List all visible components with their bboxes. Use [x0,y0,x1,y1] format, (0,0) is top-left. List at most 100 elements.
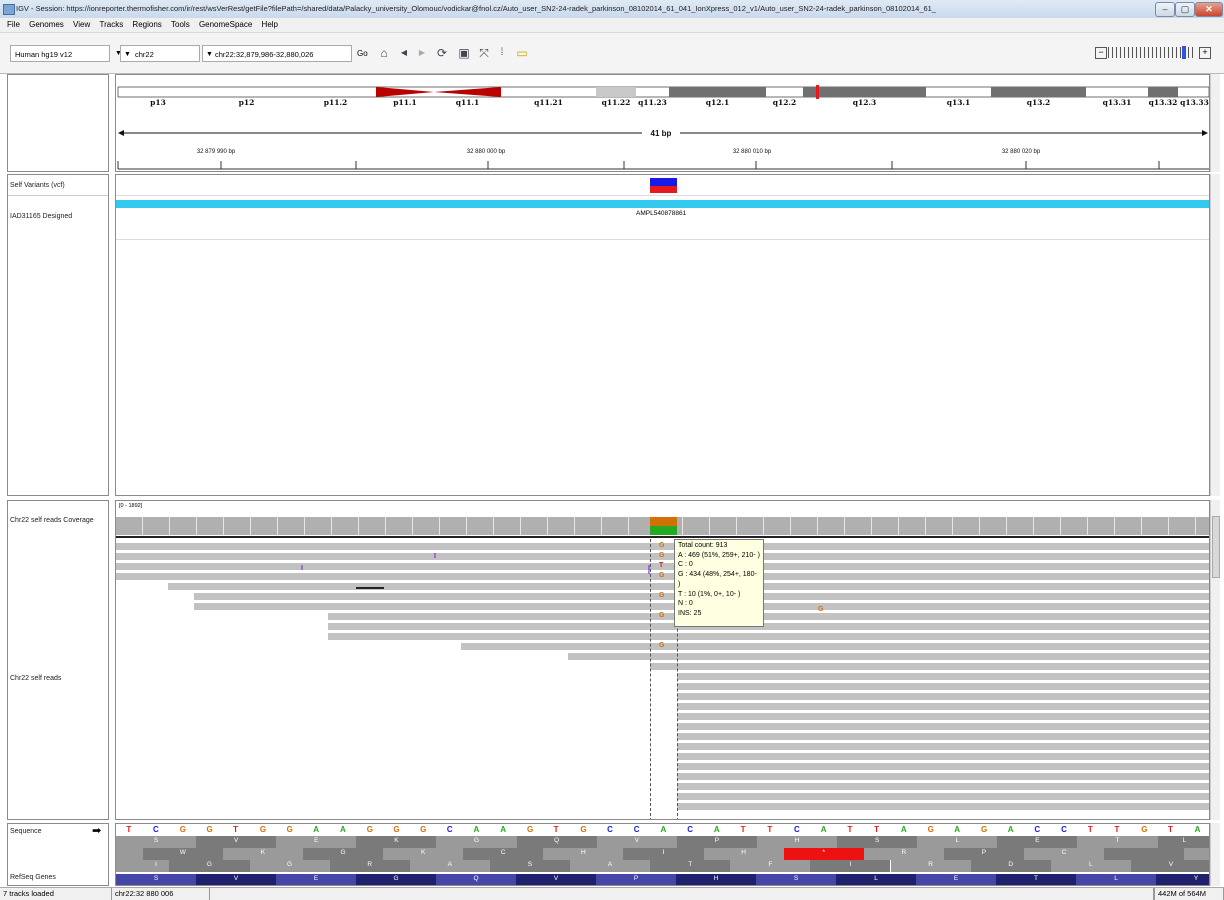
aligned-read[interactable] [677,683,1209,690]
refseq-codon[interactable]: E [276,874,356,885]
sequence-base[interactable]: T [554,825,559,834]
translation-codon[interactable]: C [463,848,544,860]
sequence-base[interactable]: A [313,825,319,834]
sequence-base[interactable]: C [634,825,640,834]
sequence-base[interactable]: T [847,825,852,834]
aligned-read[interactable] [677,753,1209,760]
sequence-base[interactable]: C [607,825,613,834]
band-q12.1[interactable] [669,87,766,97]
sequence-base[interactable]: C [1034,825,1040,834]
refresh-icon[interactable]: ⟳ [434,45,450,61]
translation-codon[interactable]: I [810,860,891,872]
translation-codon[interactable]: G [249,860,330,872]
aligned-read[interactable] [677,793,1209,800]
refseq-codon[interactable]: P [596,874,676,885]
sequence-base[interactable]: A [340,825,346,834]
sequence-base[interactable]: G [928,825,934,834]
translation-codon[interactable]: V [1130,860,1209,872]
translation-codon[interactable]: Q [516,836,597,848]
popup-info-icon[interactable]: ⁞ [494,45,510,61]
read-mismatch-base[interactable]: G [659,542,664,549]
alignment-scroll-thumb[interactable] [1212,516,1220,578]
read-mismatch-base[interactable]: G [659,572,664,579]
translation-codon[interactable]: D [970,860,1051,872]
translation-codon[interactable]: K [356,836,437,848]
aligned-read[interactable] [677,693,1209,700]
close-button[interactable]: ✕ [1195,2,1223,17]
translation-codon[interactable]: H [756,836,838,848]
translation-codon[interactable]: L [917,836,998,848]
translation-codon[interactable]: G [169,860,250,872]
refseq-codon[interactable]: G [356,874,436,885]
translation-codon[interactable]: T [650,860,731,872]
translation-codon[interactable]: A [409,860,490,872]
insertion-marker-icon[interactable]: I [301,565,303,572]
sequence-base[interactable]: A [1008,825,1014,834]
alignment-scrollbar[interactable] [1210,500,1220,820]
maximize-button[interactable]: ▢ [1175,2,1195,17]
translation-codon[interactable]: S [116,836,197,848]
resize-icon[interactable]: ⤧ [476,45,492,61]
header-scrollbar[interactable] [1210,74,1220,172]
aligned-read[interactable] [677,723,1209,730]
coverage-allele-a[interactable] [650,526,677,535]
sequence-base[interactable]: A [821,825,827,834]
menu-regions[interactable]: Regions [132,18,161,32]
read-mismatch-base[interactable]: G [659,642,664,649]
sequence-base[interactable]: G [180,825,186,834]
read-mismatch-base[interactable]: G [659,552,664,559]
translation-codon[interactable]: H [703,848,784,860]
translation-codon[interactable]: K [383,848,464,860]
sequence-base[interactable]: C [447,825,453,834]
sequence-base[interactable]: G [393,825,399,834]
minimize-button[interactable]: – [1155,2,1175,17]
go-button[interactable]: Go [357,49,368,58]
sequence-base[interactable]: A [954,825,960,834]
ideogram-panel[interactable]: p13 p12 p11.2 p11.1 q11.1 q11.21 q11.22 q11.23 q… [115,74,1210,172]
sequence-base[interactable]: T [1115,825,1120,834]
menu-file[interactable]: File [7,18,20,32]
sequence-data-panel[interactable]: TCGGTGGAAGGGCAAGTGCCACATTCATTAGAGACCTTGT… [115,823,1210,886]
sequence-base[interactable]: T [1088,825,1093,834]
translation-codon[interactable]: S [489,860,570,872]
roi-icon[interactable]: ▣ [456,45,472,61]
chromosome-select[interactable]: ▼ chr22 [120,45,200,62]
translation-codon[interactable]: R [329,860,410,872]
translation-codon[interactable]: G [436,836,517,848]
sequence-base[interactable]: G [367,825,373,834]
translation-codon[interactable]: V [596,836,677,848]
sequence-base[interactable]: C [794,825,800,834]
band-q12.3[interactable] [803,87,926,97]
menu-genomes[interactable]: Genomes [29,18,64,32]
refseq-codon[interactable]: S [116,874,196,885]
zoom-out-button[interactable]: − [1095,47,1107,59]
reads-area[interactable]: GGTGGGGGIIII [116,539,1209,819]
locus-input[interactable]: ▼ chr22:32,879,986-32,880,026 [202,45,352,62]
translation-codon[interactable]: A [570,860,651,872]
back-icon[interactable]: ◀ [396,45,412,61]
sequence-base[interactable]: A [474,825,480,834]
translation-codon[interactable]: * [783,848,864,860]
refseq-codon[interactable]: S [756,874,836,885]
aligned-read[interactable] [650,663,1209,670]
aligned-read[interactable] [677,783,1209,790]
zoom-in-button[interactable]: + [1199,47,1211,59]
refseq-codon[interactable]: Q [436,874,516,885]
sequence-base[interactable]: C [153,825,159,834]
translation-codon[interactable]: G [302,848,384,860]
sequence-base[interactable]: G [580,825,586,834]
sequence-base[interactable]: T [1168,825,1173,834]
current-locus-marker[interactable] [816,85,819,99]
menu-tools[interactable]: Tools [171,18,190,32]
sequence-base[interactable]: T [741,825,746,834]
sequence-base[interactable]: G [420,825,426,834]
translation-codon[interactable]: L [1157,836,1209,848]
sequence-base[interactable]: G [1141,825,1147,834]
track-label-coverage[interactable]: Chr22 self reads Coverage [10,517,94,524]
refseq-codon[interactable]: L [836,874,916,885]
translation-codon[interactable]: S [837,836,918,848]
menu-help[interactable]: Help [262,18,278,32]
menu-genomespace[interactable]: GenomeSpace [199,18,252,32]
genome-select[interactable]: Human hg19 v12 [10,45,110,62]
sequence-base[interactable]: T [767,825,772,834]
